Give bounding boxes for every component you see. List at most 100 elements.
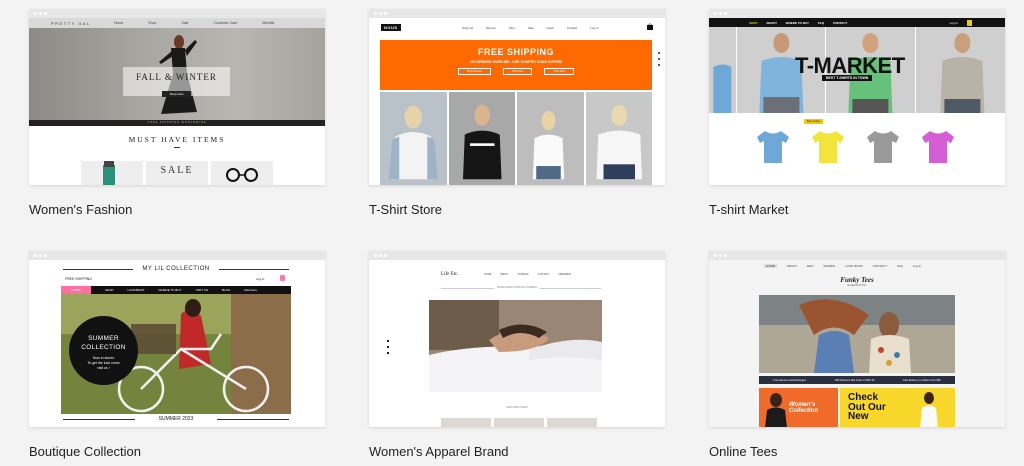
banner-label: WORLDWIDE SHIPPING ORDERS	[369, 286, 665, 289]
nav-item: CONTACT	[832, 21, 848, 25]
login-link: Log In	[590, 26, 599, 30]
browser-chrome	[709, 9, 1005, 18]
bag-icon	[647, 23, 653, 30]
info-item: Fast Delivery on Orders Over $50	[903, 378, 941, 382]
site-title: MY LIL COLLECTION	[63, 266, 289, 272]
nav-item: HOME	[484, 273, 492, 276]
nav-item: MEN	[806, 264, 814, 268]
featured-thumb	[547, 418, 597, 427]
nav-item: FAQ	[896, 264, 903, 268]
template-preview: Life Etc. HOME ABOUT JOURNAL CONTACT MEM…	[369, 260, 665, 427]
product-tile	[211, 161, 273, 185]
template-caption[interactable]: T-shirt Market	[709, 202, 788, 217]
circle-title-line: SUMMER	[88, 335, 119, 342]
template-preview: MY LIL COLLECTION FREE SHIPPING Log In H…	[29, 260, 325, 427]
product-tile	[81, 161, 143, 185]
circle-title: SUMMER COLLECTION	[69, 334, 138, 352]
hero-image	[759, 295, 955, 373]
template-card-boutique-collection[interactable]: MY LIL COLLECTION FREE SHIPPING Log In H…	[29, 251, 325, 427]
nav-item: SHOP	[105, 288, 114, 292]
product-row: SALE	[81, 161, 276, 185]
circle-title-line: COLLECTION	[81, 344, 126, 351]
site-logo: Life Etc.	[441, 272, 459, 277]
nav-item: Women	[485, 26, 497, 30]
featured-label: FEATURED ITEMS	[506, 406, 528, 409]
banner-button: Shop Men	[503, 68, 533, 75]
social-icons	[387, 340, 389, 358]
bag-icon	[280, 275, 285, 281]
nav-item: Sale	[527, 26, 534, 30]
shipping-strip: FREE SHIPPING WORLDWIDE	[29, 120, 325, 126]
model-photo	[448, 92, 515, 185]
banner-text: Check Out Our New	[848, 393, 886, 422]
product-tile: SALE	[146, 161, 208, 185]
template-caption[interactable]: Online Tees	[709, 444, 777, 459]
nav-item: ABOUT	[786, 264, 798, 268]
photo-grid	[380, 92, 652, 185]
banner-line: New	[848, 411, 869, 422]
template-card-online-tees[interactable]: HOME ABOUT MEN WOMEN LOOK BOOK CONTACT F…	[709, 251, 1005, 427]
nav-item: JOURNAL	[517, 273, 530, 276]
site-logo: Funky Tees	[840, 276, 874, 284]
model-photo	[709, 27, 737, 113]
nav-item: VISIT US	[195, 288, 209, 292]
model-photo	[517, 92, 584, 185]
template-card-tshirt-store[interactable]: NOUS Shop All Women Men Sale News Contac…	[369, 9, 665, 185]
template-preview: NOUS Shop All Women Men Sale News Contac…	[369, 18, 665, 185]
template-caption[interactable]: Boutique Collection	[29, 444, 141, 459]
nav-item: MEMBERS	[558, 273, 572, 276]
circle-text-line: To get the look come	[87, 361, 120, 365]
site-footer-title: SUMMER 2023	[63, 416, 289, 422]
circle-text: Now in stores To get the look come visit u…	[69, 356, 138, 371]
nav-item: News	[546, 26, 555, 30]
featured-items	[441, 418, 600, 427]
nav-item: WOMEN	[823, 264, 836, 268]
nav-item-home: HOME	[61, 286, 91, 294]
template-caption[interactable]: Women's Fashion	[29, 202, 132, 217]
nav-item: Men	[509, 26, 515, 30]
bag-icon	[967, 19, 972, 26]
login-link: Log In	[949, 20, 958, 25]
site-nav: HOME ABOUT MEN WOMEN LOOK BOOK CONTACT F…	[764, 264, 930, 268]
nav-item: LOOK BOOK	[845, 264, 863, 268]
featured-thumb	[494, 418, 544, 427]
site-logo: NOUS	[381, 24, 401, 31]
nav-item: CONTACT	[872, 264, 888, 268]
sale-label: SALE	[160, 165, 194, 176]
site-nav: SHOP ABOUT WHERE TO BUY FAQ CONTACT	[749, 21, 855, 25]
site-logo: PRETTY GAL	[51, 21, 91, 26]
social-dots	[658, 52, 660, 70]
template-card-womens-fashion[interactable]: PRETTY GAL Home Shop Sale Customer Care …	[29, 9, 325, 185]
template-caption[interactable]: T-Shirt Store	[369, 202, 442, 217]
nav-item: Sale	[181, 21, 189, 25]
shipping-note: FREE SHIPPING	[65, 277, 93, 281]
template-card-tshirt-market[interactable]: SHOP ABOUT WHERE TO BUY FAQ CONTACT Log …	[709, 9, 1005, 185]
template-preview: PRETTY GAL Home Shop Sale Customer Care …	[29, 18, 325, 185]
site-tagline: Designed for Fun	[847, 284, 867, 287]
browser-chrome	[29, 9, 325, 18]
model-photo	[585, 92, 652, 185]
banner-button: Shop Sale	[544, 68, 575, 75]
template-card-womens-apparel-brand[interactable]: Life Etc. HOME ABOUT JOURNAL CONTACT MEM…	[369, 251, 665, 427]
featured-thumb	[441, 418, 491, 427]
model-photo	[380, 92, 447, 185]
hero-image: FALL & WINTER Shop Now	[29, 28, 325, 120]
product-row	[753, 129, 973, 165]
circle-link: visit us ›	[97, 366, 110, 370]
site-nav: HOME ABOUT JOURNAL CONTACT MEMBERS	[484, 273, 579, 276]
site-nav: Shop All Women Men Sale News Contact Log…	[462, 26, 610, 30]
hero-title: FALL & WINTER	[136, 72, 217, 82]
nav-item: LOOKBOOK	[127, 288, 145, 292]
divider	[174, 147, 180, 148]
womens-collection-banner: Women's Collection	[759, 388, 838, 427]
banner-title: FREE SHIPPING	[477, 47, 554, 57]
site-nav: HOME SHOP LOOKBOOK WHERE TO BUY VISIT US…	[61, 286, 291, 294]
nav-item: Home	[114, 21, 124, 25]
info-item: 15% Discount with Code: FUNKY15	[834, 378, 875, 382]
nav-item: BLOG	[222, 288, 231, 292]
template-caption[interactable]: Women's Apparel Brand	[369, 444, 509, 459]
site-nav: Home Shop Sale Customer Care Wishlist	[114, 21, 298, 25]
promo-banner: FREE SHIPPING ON ORDERS OVER $50 - USE C…	[380, 40, 652, 90]
nav-item: ABOUT	[500, 273, 509, 276]
hero-image	[429, 300, 602, 392]
